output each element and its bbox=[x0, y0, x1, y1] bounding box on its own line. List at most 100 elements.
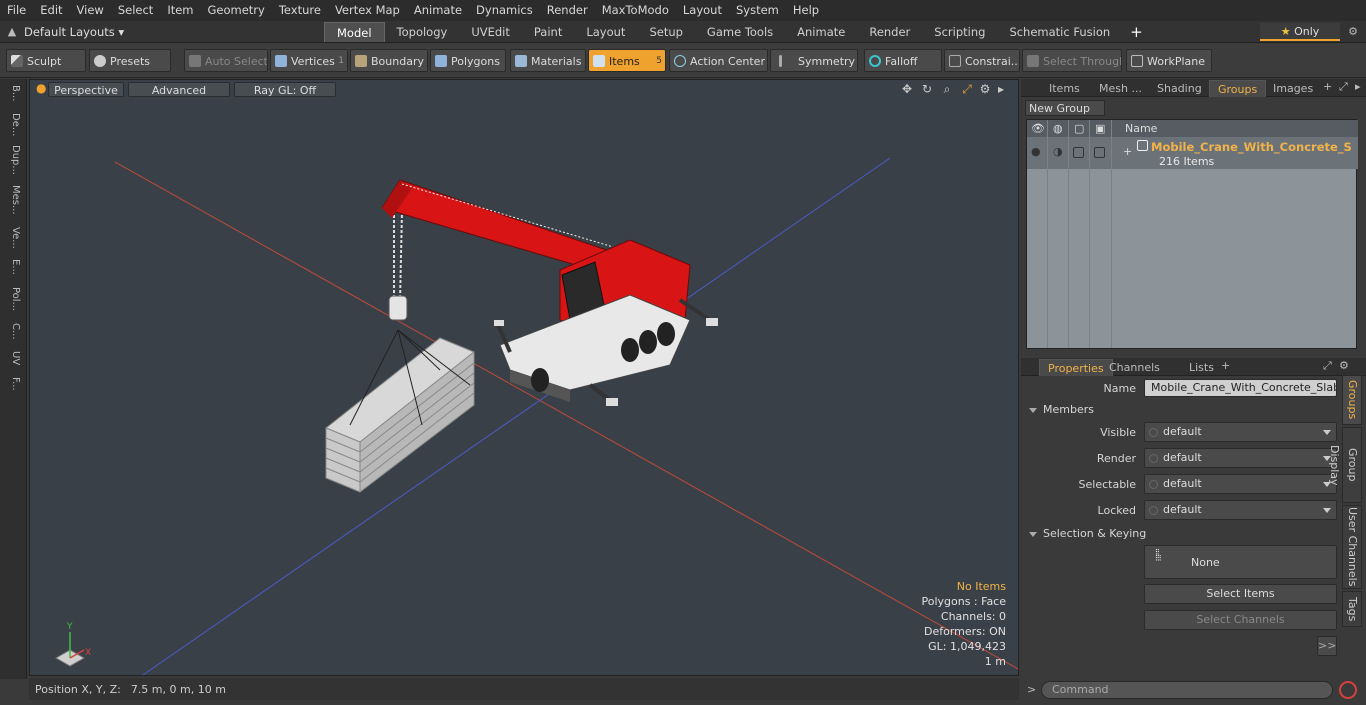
layout-menu[interactable]: Default Layouts ▾ bbox=[24, 25, 324, 39]
tab-paint[interactable]: Paint bbox=[522, 22, 574, 42]
properties-expand-icon[interactable]: ⤢ bbox=[1323, 359, 1332, 373]
auto-select-button[interactable]: Auto Select bbox=[184, 49, 268, 72]
tab-shading[interactable]: Shading bbox=[1149, 80, 1210, 97]
row-select-checkbox[interactable] bbox=[1094, 147, 1105, 158]
command-input[interactable]: Command bbox=[1041, 681, 1333, 699]
name-field[interactable]: Mobile_Crane_With_Concrete_Slab (3 bbox=[1144, 379, 1337, 397]
new-group-button[interactable]: New Group bbox=[1025, 100, 1105, 116]
raygl-button[interactable]: Ray GL: Off bbox=[234, 82, 336, 97]
vertices-button[interactable]: Vertices 1 bbox=[270, 49, 348, 72]
tab-scripting[interactable]: Scripting bbox=[922, 22, 997, 42]
side-tab-groups[interactable]: Groups bbox=[1342, 375, 1362, 425]
left-tab-6[interactable]: E... bbox=[5, 259, 21, 275]
render-dropdown[interactable]: default bbox=[1144, 448, 1337, 468]
viewport-expand-icon[interactable]: ▸ bbox=[994, 82, 1008, 96]
visible-dropdown[interactable]: default bbox=[1144, 422, 1337, 442]
select-icon[interactable]: ▣ bbox=[1095, 120, 1105, 137]
menu-maxtomodo[interactable]: MaxToModo bbox=[595, 0, 676, 21]
selectable-dropdown[interactable]: default bbox=[1144, 474, 1337, 494]
members-header[interactable]: Members bbox=[1029, 403, 1094, 416]
menu-help[interactable]: Help bbox=[786, 0, 826, 21]
menu-render[interactable]: Render bbox=[540, 0, 595, 21]
menu-item[interactable]: Item bbox=[160, 0, 200, 21]
more-button[interactable]: >> bbox=[1317, 636, 1337, 656]
tab-setup[interactable]: Setup bbox=[637, 22, 694, 42]
select-items-button[interactable]: Select Items bbox=[1144, 584, 1337, 604]
left-tab-3[interactable]: Dup... bbox=[5, 145, 21, 175]
panel-menu-icon[interactable]: ▸ bbox=[1355, 80, 1361, 93]
keying-none-button[interactable]: ⁝⁝ ⁝⁝⁝ None bbox=[1144, 545, 1337, 579]
polygons-button[interactable]: Polygons bbox=[430, 49, 506, 72]
menu-texture[interactable]: Texture bbox=[272, 0, 328, 21]
fit-view-icon[interactable]: ⤢ bbox=[960, 82, 974, 96]
row-visible-icon[interactable]: ● bbox=[1031, 145, 1041, 158]
menu-file[interactable]: File bbox=[0, 0, 33, 21]
tab-animate[interactable]: Animate bbox=[785, 22, 857, 42]
side-tab-group-display[interactable]: Group Display bbox=[1328, 427, 1362, 503]
tab-render[interactable]: Render bbox=[857, 22, 922, 42]
left-tab-4[interactable]: Mes... bbox=[5, 185, 21, 215]
workplane-button[interactable]: WorkPlane bbox=[1126, 49, 1212, 72]
lock-icon[interactable]: ▢ bbox=[1074, 120, 1084, 137]
tab-layout[interactable]: Layout bbox=[574, 22, 637, 42]
expand-icon[interactable]: + bbox=[1123, 145, 1132, 158]
tab-uvedit[interactable]: UVEdit bbox=[459, 22, 522, 42]
select-channels-button[interactable]: Select Channels bbox=[1144, 610, 1337, 630]
left-tab-8[interactable]: C... bbox=[5, 323, 21, 340]
menu-vertex-map[interactable]: Vertex Map bbox=[328, 0, 407, 21]
side-tab-tags[interactable]: Tags bbox=[1342, 591, 1362, 627]
menu-animate[interactable]: Animate bbox=[407, 0, 469, 21]
3d-viewport[interactable]: Y X ● Perspective Advanced Ray GL: Off ✥… bbox=[29, 79, 1019, 676]
perspective-button[interactable]: Perspective bbox=[48, 82, 124, 97]
tab-schematic-fusion[interactable]: Schematic Fusion bbox=[997, 22, 1122, 42]
left-tab-7[interactable]: Pol... bbox=[5, 287, 21, 311]
group-row[interactable]: ● ◑ + Mobile_Crane_With_Concrete_S... 21… bbox=[1027, 137, 1358, 169]
viewport-gear-icon[interactable]: ⚙ bbox=[978, 82, 992, 96]
only-button[interactable]: ★ Only bbox=[1260, 22, 1340, 41]
action-center-button[interactable]: Action Center bbox=[669, 49, 768, 72]
render-icon[interactable]: ◍ bbox=[1053, 120, 1063, 137]
menu-view[interactable]: View bbox=[70, 0, 111, 21]
panel-expand-icon[interactable]: ⤢ bbox=[1339, 80, 1348, 94]
tab-groups[interactable]: Groups bbox=[1209, 80, 1267, 97]
zoom-view-icon[interactable]: ⌕ bbox=[940, 82, 954, 96]
layout-up-icon[interactable]: ▲ bbox=[0, 25, 24, 38]
items-button[interactable]: Items 5 bbox=[588, 49, 666, 72]
left-tab-5[interactable]: Ve... bbox=[5, 227, 21, 249]
eye-icon[interactable]: 👁 bbox=[1031, 120, 1045, 137]
side-tab-user-channels[interactable]: User Channels bbox=[1342, 505, 1362, 589]
add-properties-tab-icon[interactable]: + bbox=[1221, 359, 1230, 372]
tab-images[interactable]: Images bbox=[1265, 80, 1321, 97]
tab-items[interactable]: Items bbox=[1041, 80, 1088, 97]
sculpt-button[interactable]: Sculpt bbox=[6, 49, 86, 72]
boundary-button[interactable]: Boundary bbox=[350, 49, 428, 72]
viewport-menu-dot[interactable]: ● bbox=[36, 81, 46, 95]
row-render-icon[interactable]: ◑ bbox=[1053, 145, 1063, 158]
move-view-icon[interactable]: ✥ bbox=[900, 82, 914, 96]
presets-button[interactable]: Presets bbox=[89, 49, 171, 72]
menu-system[interactable]: System bbox=[729, 0, 786, 21]
advanced-button[interactable]: Advanced bbox=[128, 82, 230, 97]
tab-model[interactable]: Model bbox=[324, 21, 385, 42]
selection-keying-header[interactable]: Selection & Keying bbox=[1029, 527, 1146, 540]
menu-dynamics[interactable]: Dynamics bbox=[469, 0, 540, 21]
rotate-view-icon[interactable]: ↻ bbox=[920, 82, 934, 96]
add-panel-tab-icon[interactable]: + bbox=[1323, 80, 1332, 93]
record-icon[interactable] bbox=[1339, 681, 1357, 699]
materials-button[interactable]: Materials bbox=[510, 49, 586, 72]
gear-icon[interactable]: ⚙ bbox=[1348, 25, 1358, 38]
name-column-header[interactable]: Name bbox=[1125, 120, 1157, 137]
symmetry-button[interactable]: Symmetry bbox=[770, 49, 858, 72]
left-tab-2[interactable]: De... bbox=[5, 113, 21, 136]
menu-layout[interactable]: Layout bbox=[676, 0, 729, 21]
locked-dropdown[interactable]: default bbox=[1144, 500, 1337, 520]
tab-channels[interactable]: Channels bbox=[1101, 359, 1168, 376]
tab-mesh[interactable]: Mesh ... bbox=[1091, 80, 1150, 97]
select-through-button[interactable]: Select Through bbox=[1022, 49, 1122, 72]
tab-lists[interactable]: Lists bbox=[1181, 359, 1222, 376]
properties-gear-icon[interactable]: ⚙ bbox=[1339, 359, 1349, 372]
menu-geometry[interactable]: Geometry bbox=[201, 0, 272, 21]
constraints-button[interactable]: Constrai... bbox=[944, 49, 1020, 72]
tab-topology[interactable]: Topology bbox=[385, 22, 460, 42]
left-tab-10[interactable]: F... bbox=[5, 377, 21, 391]
